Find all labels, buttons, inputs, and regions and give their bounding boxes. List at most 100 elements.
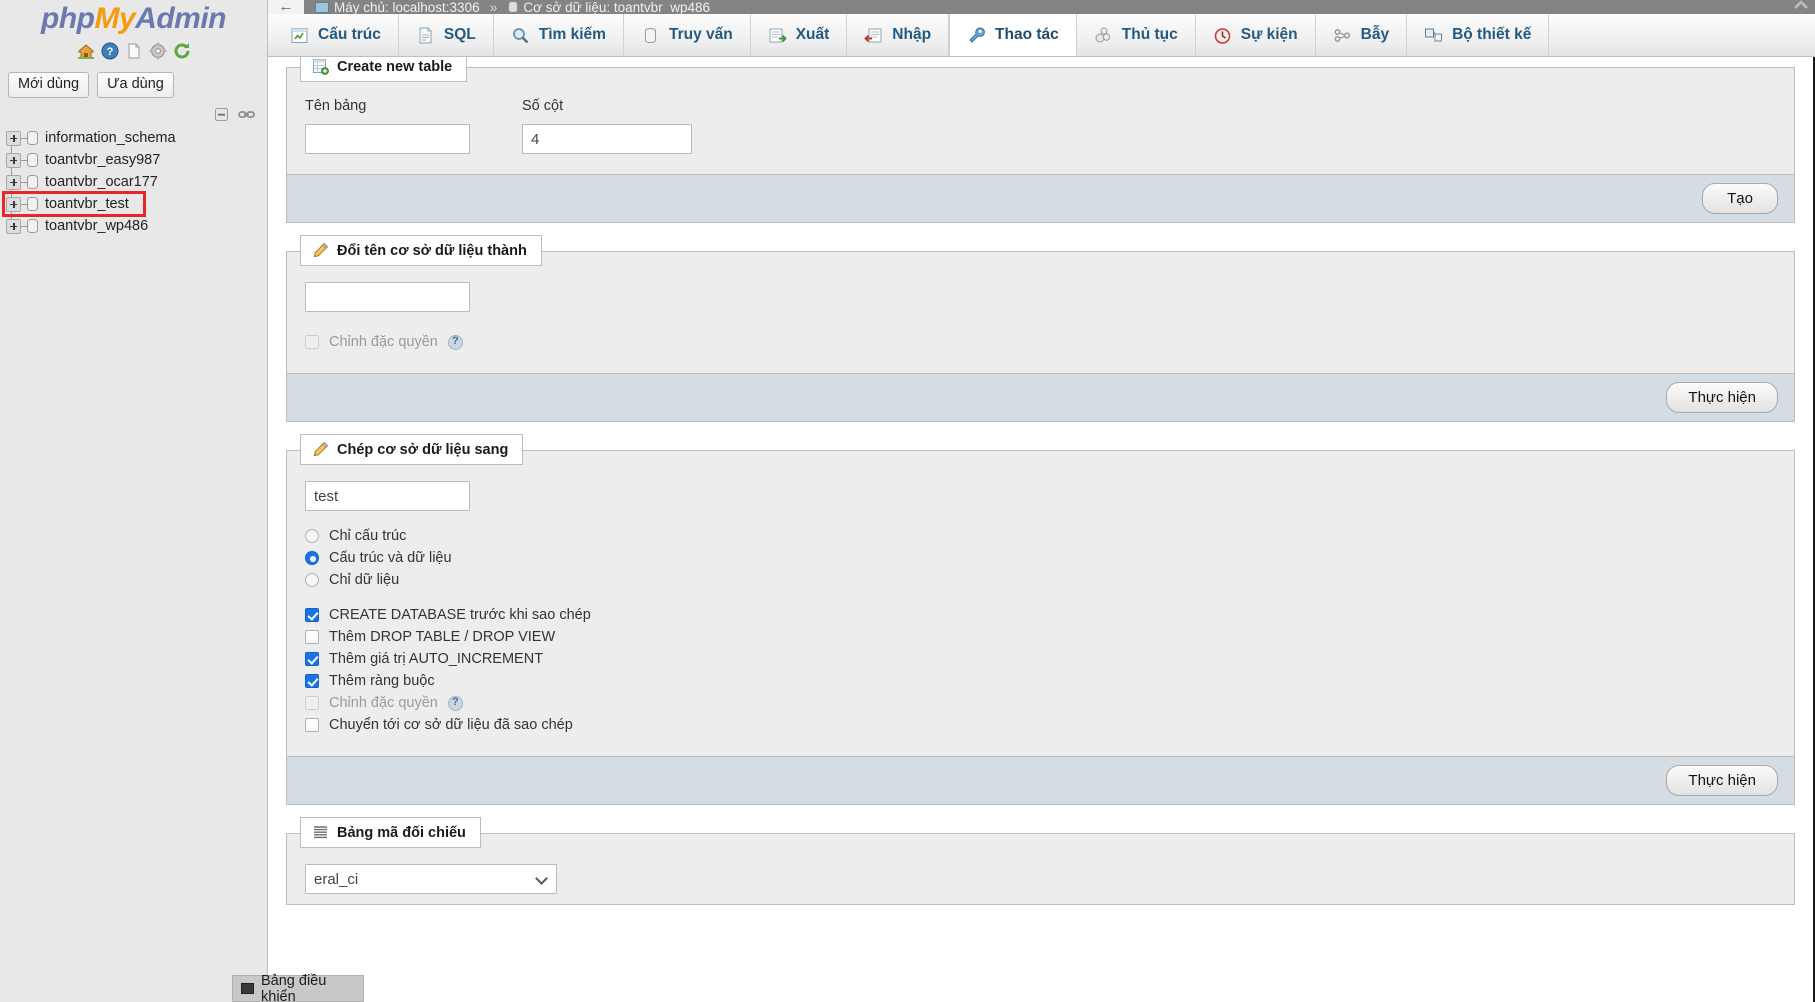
tab-query[interactable]: Truy vấn (624, 14, 751, 56)
expand-icon[interactable] (6, 197, 21, 212)
copy-structure-only-row[interactable]: Chỉ cấu trúc (305, 525, 1776, 547)
constraints-label: Thêm ràng buộc (329, 673, 435, 689)
favorites-button[interactable]: Ưa dùng (97, 72, 174, 98)
db-tree-item-toantvbr_ocar177[interactable]: toantvbr_ocar177 (4, 171, 267, 193)
breadcrumb: ← Máy chủ: localhost:3306 » Cơ sở dữ liệ… (268, 0, 1815, 14)
structure-only-label: Chỉ cấu trúc (329, 528, 406, 544)
collation-selected-value: eral_ci (314, 871, 358, 888)
copy-target-input[interactable] (305, 481, 470, 511)
taskbar-control-panel-item[interactable]: Bảng điều khiển (232, 975, 364, 1002)
routines-icon (1094, 26, 1113, 45)
copy-database-submit[interactable]: Thực hiện (1666, 765, 1778, 796)
column-count-input[interactable] (522, 124, 692, 154)
structure-and-data-radio[interactable] (305, 551, 319, 565)
expand-icon[interactable] (6, 131, 21, 146)
db-name: toantvbr_test (45, 196, 129, 212)
rename-database-submit[interactable]: Thực hiện (1666, 382, 1778, 413)
column-count-group: Số cột (522, 98, 692, 154)
collation-panel: Bảng mã đối chiếu eral_ci (286, 833, 1795, 905)
table-name-group: Tên bảng (305, 98, 470, 154)
db-name: toantvbr_ocar177 (45, 174, 158, 190)
collation-body: eral_ci (287, 834, 1794, 904)
copy-constraints-row[interactable]: Thêm ràng buộc (305, 670, 1776, 692)
collapse-sidebar-icon[interactable] (1791, 0, 1811, 14)
create-table-legend: Create new table (300, 57, 467, 82)
copy-adjust-privileges-row[interactable]: Chỉnh đặc quyền (305, 692, 1776, 714)
database-icon (27, 153, 38, 167)
table-name-label: Tên bảng (305, 98, 470, 114)
create-database-checkbox[interactable] (305, 608, 319, 622)
tab-triggers[interactable]: Bẫy (1316, 14, 1407, 56)
tab-structure[interactable]: Cấu trúc (273, 14, 399, 56)
sidebar-icon-bar: ? (0, 40, 267, 62)
drop-table-checkbox[interactable] (305, 630, 319, 644)
adjust-privileges-label: Chỉnh đặc quyền (329, 334, 438, 350)
tab-designer[interactable]: Bộ thiết kế (1407, 14, 1549, 56)
copy-auto-increment-row[interactable]: Thêm giá trị AUTO_INCREMENT (305, 648, 1776, 670)
copy-data-only-row[interactable]: Chỉ dữ liệu (305, 569, 1776, 591)
switch-to-copied-db-checkbox[interactable] (305, 718, 319, 732)
back-button[interactable]: ← (268, 0, 304, 14)
search-icon (511, 26, 530, 45)
copy-structure-and-data-row[interactable]: Cấu trúc và dữ liệu (305, 547, 1776, 569)
gear-icon[interactable] (149, 42, 167, 60)
expand-icon[interactable] (6, 175, 21, 190)
auto-increment-checkbox[interactable] (305, 652, 319, 666)
db-tree-item-information_schema[interactable]: information_schema (4, 127, 267, 149)
collapse-all-icon[interactable] (214, 107, 231, 122)
copy-switch-to-db-row[interactable]: Chuyển tới cơ sở dữ liệu đã sao chép (305, 714, 1776, 736)
tab-export[interactable]: Xuất (751, 14, 848, 56)
legend-label: Bảng mã đối chiếu (337, 825, 466, 841)
recent-button[interactable]: Mới dùng (8, 72, 89, 98)
home-icon[interactable] (77, 42, 95, 60)
collation-select[interactable]: eral_ci (305, 864, 557, 894)
tab-search[interactable]: Tìm kiếm (494, 14, 624, 56)
link-tables-icon[interactable] (238, 107, 255, 122)
tab-import[interactable]: Nhập (847, 14, 949, 56)
data-only-radio[interactable] (305, 573, 319, 587)
adjust-privileges-checkbox[interactable] (305, 696, 319, 710)
legend-label: Đổi tên cơ sở dữ liệu thành (337, 243, 527, 259)
help-circle-icon[interactable] (448, 696, 463, 711)
new-table-icon (312, 58, 329, 75)
db-tree-item-toantvbr_wp486[interactable]: toantvbr_wp486 (4, 215, 267, 237)
tab-operations[interactable]: Thao tác (949, 14, 1077, 56)
table-name-input[interactable] (305, 124, 470, 154)
import-icon (864, 26, 883, 45)
tab-label: Nhập (892, 26, 931, 44)
structure-and-data-label: Cấu trúc và dữ liệu (329, 550, 452, 566)
taskbar-label: Bảng điều khiển (261, 973, 363, 1002)
tab-routines[interactable]: Thủ tục (1077, 14, 1196, 56)
adjust-privileges-checkbox[interactable] (305, 335, 319, 349)
tab-events[interactable]: Sự kiện (1196, 14, 1316, 56)
legend-label: Chép cơ sở dữ liệu sang (337, 442, 508, 458)
db-tree-item-toantvbr_test[interactable]: toantvbr_test (4, 193, 144, 215)
expand-icon[interactable] (6, 153, 21, 168)
rename-database-body: Chỉnh đặc quyền (287, 252, 1794, 373)
phpmyadmin-logo[interactable]: phpMyAdmin (0, 0, 267, 36)
pencil-icon (312, 441, 329, 458)
structure-only-radio[interactable] (305, 529, 319, 543)
help-icon[interactable]: ? (101, 42, 119, 60)
drop-table-label: Thêm DROP TABLE / DROP VIEW (329, 629, 555, 645)
tab-sql[interactable]: SQL (399, 14, 494, 56)
create-database-label: CREATE DATABASE trước khi sao chép (329, 607, 591, 623)
breadcrumb-database[interactable]: Cơ sở dữ liệu: toantvbr_wp486 (508, 0, 710, 14)
expand-icon[interactable] (6, 219, 21, 234)
copy-drop-table-row[interactable]: Thêm DROP TABLE / DROP VIEW (305, 626, 1776, 648)
structure-icon (290, 26, 309, 45)
help-circle-icon[interactable] (448, 335, 463, 350)
db-name: toantvbr_wp486 (45, 218, 148, 234)
copy-create-database-row[interactable]: CREATE DATABASE trước khi sao chép (305, 604, 1776, 626)
export-icon (768, 26, 787, 45)
rename-database-input[interactable] (305, 282, 470, 312)
document-icon[interactable] (125, 42, 143, 60)
copy-database-panel: Chép cơ sở dữ liệu sang Chỉ cấu trúc Cấu… (286, 450, 1795, 805)
refresh-icon[interactable] (173, 42, 191, 60)
breadcrumb-server[interactable]: Máy chủ: localhost:3306 (315, 0, 480, 14)
pencil-icon (312, 242, 329, 259)
data-only-label: Chỉ dữ liệu (329, 572, 399, 588)
create-table-submit[interactable]: Tạo (1702, 183, 1778, 214)
constraints-checkbox[interactable] (305, 674, 319, 688)
db-tree-item-toantvbr_easy987[interactable]: toantvbr_easy987 (4, 149, 267, 171)
